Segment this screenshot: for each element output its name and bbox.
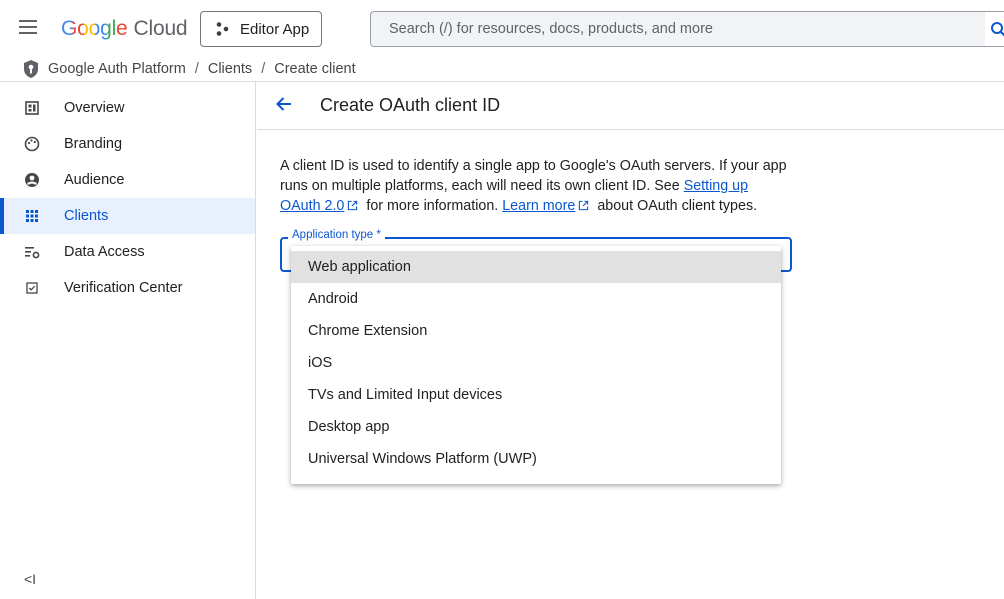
arrow-back-icon <box>276 97 291 111</box>
dashboard-icon <box>23 99 41 117</box>
project-dots-icon <box>216 22 229 36</box>
page-title: Create OAuth client ID <box>320 95 501 115</box>
main-content: Create OAuth client ID A client ID is us… <box>257 82 1004 599</box>
breadcrumb-item-auth-platform[interactable]: Google Auth Platform <box>48 61 186 77</box>
shield-icon <box>24 59 38 78</box>
page-header: Create OAuth client ID <box>257 82 1004 130</box>
logo-google: Google <box>61 17 128 40</box>
back-button[interactable] <box>274 94 294 119</box>
sidebar: Overview Branding Audience Clients Data … <box>0 82 256 599</box>
logo-cloud: Cloud <box>133 17 188 40</box>
breadcrumb-separator: / <box>261 60 266 77</box>
breadcrumb-item-clients[interactable]: Clients <box>208 61 252 77</box>
project-label: Editor App <box>240 20 310 38</box>
collapse-sidebar-button[interactable]: <I <box>24 571 36 587</box>
external-link-icon <box>579 200 589 211</box>
menu-icon <box>19 20 37 22</box>
option-chrome-extension[interactable]: Chrome Extension <box>291 315 781 347</box>
sidebar-item-label: Data Access <box>64 244 145 260</box>
sidebar-item-label: Audience <box>64 172 125 188</box>
data-settings-icon <box>23 243 41 261</box>
external-link-icon <box>348 200 358 211</box>
breadcrumb-separator: / <box>194 60 199 77</box>
sidebar-item-branding[interactable]: Branding <box>0 126 255 162</box>
sidebar-item-audience[interactable]: Audience <box>0 162 255 198</box>
sidebar-item-overview[interactable]: Overview <box>0 90 255 126</box>
option-ios[interactable]: iOS <box>291 347 781 379</box>
breadcrumb-item-create-client: Create client <box>274 60 356 77</box>
option-tvs-limited-input[interactable]: TVs and Limited Input devices <box>291 379 781 411</box>
learn-more-link[interactable]: Learn more <box>502 198 575 214</box>
option-desktop-app[interactable]: Desktop app <box>291 411 781 443</box>
palette-icon <box>23 135 41 153</box>
account-circle-icon <box>23 171 41 189</box>
sidebar-item-label: Branding <box>64 136 123 152</box>
project-picker-button[interactable]: Editor App <box>200 11 322 47</box>
apps-grid-icon <box>23 207 41 225</box>
option-web-application[interactable]: Web application <box>291 251 781 283</box>
breadcrumb: Google Auth Platform / Clients / Create … <box>0 56 1004 82</box>
application-type-label: Application type * <box>288 229 385 241</box>
option-android[interactable]: Android <box>291 283 781 315</box>
search-input[interactable]: Search (/) for resources, docs, products… <box>370 11 990 47</box>
checkbox-icon <box>23 279 41 297</box>
application-type-dropdown: Web application Android Chrome Extension… <box>291 246 781 484</box>
search-icon <box>991 22 1004 37</box>
option-uwp[interactable]: Universal Windows Platform (UWP) <box>291 443 781 475</box>
sidebar-item-data-access[interactable]: Data Access <box>0 234 255 270</box>
sidebar-item-label: Overview <box>64 100 125 116</box>
search-button[interactable] <box>985 11 1004 47</box>
top-bar: Google Cloud Editor App Search (/) for re… <box>0 0 1004 56</box>
sidebar-item-verification-center[interactable]: Verification Center <box>0 270 255 306</box>
google-cloud-logo[interactable]: Google Cloud <box>61 14 188 44</box>
page-description: A client ID is used to identify a single… <box>280 158 787 214</box>
main-menu-button[interactable] <box>14 16 42 40</box>
sidebar-item-label: Verification Center <box>64 280 183 296</box>
sidebar-item-label: Clients <box>64 208 109 224</box>
collapse-icon: <I <box>24 571 37 587</box>
sidebar-item-clients[interactable]: Clients <box>0 198 255 234</box>
